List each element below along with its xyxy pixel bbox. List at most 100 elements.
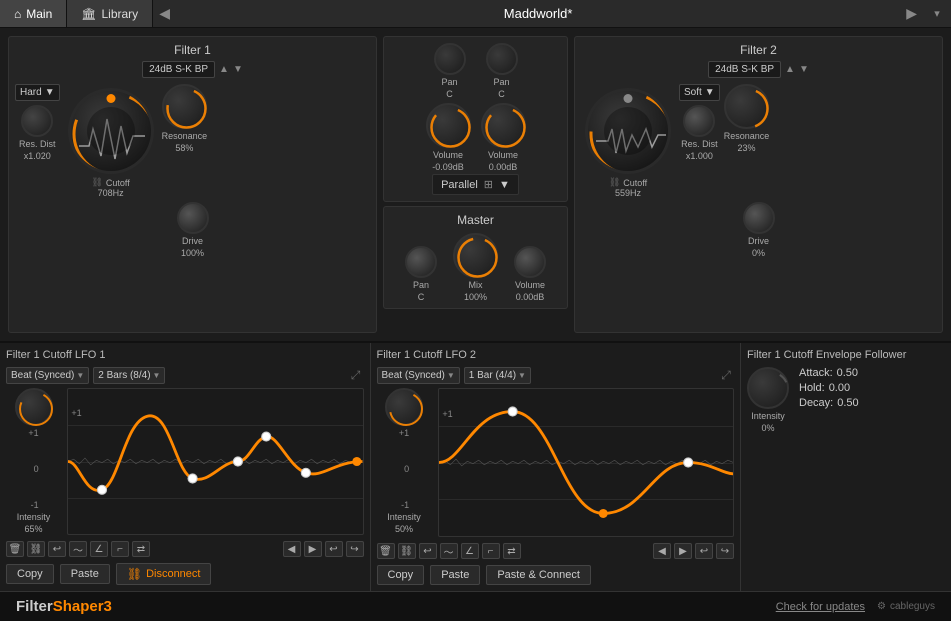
master-knobs-row: Pan C Mix 100% Volume 0.00dB	[405, 233, 546, 302]
lfo2-controls-row: Beat (Synced) ▼ 1 Bar (4/4) ▼ ⤢	[377, 367, 735, 384]
master-pan-dial[interactable]	[405, 246, 437, 278]
filter1-resdist-knob-dial[interactable]	[21, 105, 53, 137]
filter2-mode-down[interactable]: ▼	[799, 64, 809, 75]
filter2-volume-dial[interactable]	[481, 103, 526, 148]
filter2-resonance-knob-dial[interactable]	[724, 84, 769, 129]
svg-text:+1: +1	[71, 408, 81, 418]
filter1-drive-knob-dial[interactable]	[177, 202, 209, 234]
lfo2-sync-select[interactable]: Beat (Synced) ▼	[377, 367, 460, 384]
lfo1-rate-arrow: ▼	[153, 371, 161, 380]
lfo2-rate-select[interactable]: 1 Bar (4/4) ▼	[464, 367, 531, 384]
lfo1-copy-button[interactable]: Copy	[6, 564, 54, 584]
filter2-mode-row: 24dB S-K BP ▲ ▼	[581, 61, 936, 78]
next-preset-arrow[interactable]: ▶	[900, 5, 923, 22]
lfo2-title: Filter 1 Cutoff LFO 2	[377, 349, 735, 361]
lfo1-paste-button[interactable]: Paste	[60, 564, 110, 584]
lfo2-graph[interactable]: +1	[438, 388, 735, 537]
synth-area: Filter 1 24dB S-K BP ▲ ▼ Hard ▼ Res. Dis…	[0, 28, 951, 343]
filter1-resonance-knob: Resonance 58%	[162, 84, 208, 153]
lfo1-rate-select[interactable]: 2 Bars (8/4) ▼	[93, 367, 165, 384]
env-intensity-knob: Intensity 0%	[747, 367, 789, 433]
lfo2-copy-button[interactable]: Copy	[377, 565, 425, 585]
lfo1-tool-angle[interactable]: ∠	[90, 541, 108, 557]
filter2-drive-knob: Drive 0%	[743, 202, 775, 258]
master-volume-dial[interactable]	[514, 246, 546, 278]
filter2-mode-up[interactable]: ▲	[785, 64, 795, 75]
lfo1-tool-step[interactable]: ⌐	[111, 541, 129, 557]
footer: FilterShaper3 Check for updates ⚙ cableg…	[0, 591, 951, 621]
lfo2-tool-link[interactable]: ⛓	[398, 543, 416, 559]
lfo1-tool-prev[interactable]: ◀	[283, 541, 301, 557]
filter2-resdist-knob-dial[interactable]	[683, 105, 715, 137]
lfo1-expand-button[interactable]: ⤢	[348, 368, 364, 384]
prev-preset-arrow[interactable]: ◀	[153, 5, 176, 22]
lfo1-controls-row: Beat (Synced) ▼ 2 Bars (8/4) ▼ ⤢	[6, 367, 364, 384]
lfo2-intensity-dial[interactable]	[385, 388, 423, 426]
filter2-orange-indicator	[624, 94, 633, 103]
library-tab[interactable]: 🏛 Library	[67, 0, 153, 27]
preset-dropdown-button[interactable]: ▾	[923, 7, 951, 20]
lfo2-tool-trash[interactable]: 🗑	[377, 543, 395, 559]
filter1-resonance-knob-dial[interactable]	[162, 84, 207, 129]
cableguys-icon: ⚙	[877, 601, 886, 612]
lfo2-tool-prev[interactable]: ◀	[653, 543, 671, 559]
filter2-waveform-svg	[588, 91, 671, 174]
lfo1-main-area: +1 0 -1 Intensity 65%	[6, 388, 364, 535]
lfo1-intensity-dial[interactable]	[15, 388, 53, 426]
lfo2-paste-connect-button[interactable]: Paste & Connect	[486, 565, 591, 585]
lfo1-sync-select[interactable]: Beat (Synced) ▼	[6, 367, 89, 384]
lfo1-tool-link[interactable]: ⛓	[27, 541, 45, 557]
filter1-mode-up[interactable]: ▲	[219, 64, 229, 75]
lfo1-tool-rotate[interactable]: ↩	[48, 541, 66, 557]
env-main-area: Intensity 0% Attack: 0.50 Hold: 0.00 Dec…	[747, 367, 945, 433]
env-intensity-dial[interactable]	[747, 367, 789, 409]
lfo2-tool-rotate[interactable]: ↩	[419, 543, 437, 559]
filter2-panel: Filter 2 24dB S-K BP ▲ ▼	[574, 36, 943, 333]
parallel-selector[interactable]: Parallel ⊞ ▼	[432, 174, 519, 195]
lfo1-intensity-area: +1 0 -1 Intensity 65%	[6, 388, 61, 535]
lfo2-panel: Filter 1 Cutoff LFO 2 Beat (Synced) ▼ 1 …	[371, 343, 742, 591]
filter1-resdist-knob: Res. Dist x1.020	[19, 105, 56, 161]
lfo2-tool-random[interactable]: ⇄	[503, 543, 521, 559]
filter1-style-selector[interactable]: Hard ▼	[15, 84, 60, 101]
lfo2-intensity-area: +1 0 -1 Intensity 50%	[377, 388, 432, 537]
lfo2-tool-angle[interactable]: ∠	[461, 543, 479, 559]
lfo1-disconnect-button[interactable]: ⛓ Disconnect	[116, 563, 212, 585]
library-icon: 🏛	[81, 7, 96, 21]
lfo2-tool-wave[interactable]: 〜	[440, 543, 458, 559]
lfo2-tool-fwd[interactable]: ↪	[716, 543, 734, 559]
filter2-drive-knob-dial[interactable]	[743, 202, 775, 234]
lfo2-tool-next[interactable]: ▶	[674, 543, 692, 559]
lfo1-tool-wave[interactable]: 〜	[69, 541, 87, 557]
lfo1-tool-fwd[interactable]: ↪	[346, 541, 364, 557]
lfo1-tool-back[interactable]: ↩	[325, 541, 343, 557]
lfo1-tool-next[interactable]: ▶	[304, 541, 322, 557]
lfo2-rate-arrow: ▼	[518, 371, 526, 380]
parallel-icon: ⊞	[484, 178, 493, 191]
home-icon: ⌂	[14, 7, 21, 21]
lfo2-expand-button[interactable]: ⤢	[718, 368, 734, 384]
lfo2-scale-labels: +1 0 -1	[399, 428, 409, 510]
lfo2-sync-arrow: ▼	[447, 371, 455, 380]
filter2-pan-dial[interactable]	[486, 43, 518, 75]
lfo1-tool-trash[interactable]: 🗑	[6, 541, 24, 557]
main-tab[interactable]: ⌂ Main	[0, 0, 67, 27]
filter1-link-icon: ⛓	[91, 177, 102, 188]
master-pan-knob: Pan C	[405, 246, 437, 302]
filter1-volume-dial[interactable]	[426, 103, 471, 148]
lfo2-tool-back[interactable]: ↩	[695, 543, 713, 559]
lfo1-tool-random[interactable]: ⇄	[132, 541, 150, 557]
lfo1-graph[interactable]: +1	[67, 388, 364, 535]
filter1-pan-dial[interactable]	[434, 43, 466, 75]
filter1-waveform-svg	[71, 91, 154, 174]
lfo2-action-row: Copy Paste Paste & Connect	[377, 565, 735, 585]
master-mix-dial[interactable]	[453, 233, 498, 278]
lfo2-paste-button[interactable]: Paste	[430, 565, 480, 585]
env-params: Attack: 0.50 Hold: 0.00 Decay: 0.50	[799, 367, 859, 409]
check-updates-link[interactable]: Check for updates	[776, 601, 865, 613]
env-decay-row: Decay: 0.50	[799, 397, 859, 409]
filter1-mode-down[interactable]: ▼	[233, 64, 243, 75]
lfo1-intensity-knob	[15, 388, 53, 426]
lfo2-tool-step[interactable]: ⌐	[482, 543, 500, 559]
filter2-style-selector[interactable]: Soft ▼	[679, 84, 720, 101]
